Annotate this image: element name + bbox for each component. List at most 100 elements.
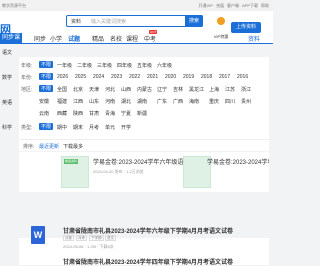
filter-option[interactable]: 河南 [105,98,115,105]
list-item[interactable]: 甘肃省陇南市礼县2023-2024学年四年级下学期4月月考语文试卷 [19,256,269,266]
filter-option[interactable]: 三年级 [97,62,112,69]
filter-option[interactable]: 陕西 [73,110,83,117]
filter-option[interactable]: 甘肃 [89,110,99,117]
search-button[interactable]: 搜索 [185,15,203,27]
filter-option[interactable]: 青海 [105,110,115,117]
filter-option-selected[interactable]: 不限 [39,85,54,92]
top-link[interactable]: 开通VIP [199,3,213,9]
filter-option[interactable]: 浙江 [241,86,251,93]
filter-option[interactable]: 二年级 [77,62,92,69]
top-link[interactable]: APP下载 [242,3,258,9]
sort-option[interactable]: 下载最多 [63,143,83,150]
filter-option[interactable]: 湖北 [121,98,131,105]
filter-option[interactable]: 2018 [201,74,212,80]
filter-option[interactable]: 北京 [73,86,83,93]
filter-option[interactable]: 2026 [57,74,68,80]
filter-option[interactable]: 2016 [237,74,248,80]
featured-card[interactable]: 精选资料 学易金卷:2023-2024学年六年级语文下学期期中 2024-04-… [19,152,269,192]
filter-option[interactable]: 四川 [225,98,235,105]
nav-item[interactable]: 名校 [110,34,122,43]
filter-option[interactable]: 2022 [129,74,140,80]
filter-option[interactable]: 辽宁 [157,86,167,93]
nav-item[interactable]: 精品 [92,34,104,43]
filter-label-grade: 年级: [21,63,33,69]
filter-option[interactable]: 四年级 [117,62,132,69]
filter-option[interactable]: 云南 [39,110,49,117]
filter-option[interactable]: 期中 [57,124,67,131]
search-type-select[interactable]: 资料 [71,18,81,25]
filter-option[interactable]: 山东 [89,98,99,105]
filter-option[interactable]: 江西 [73,98,83,105]
filter-panel: 年级: 不限 一年级 二年级 三年级 四年级 五年级 六年级 年份: 不限 20… [19,57,273,139]
filter-option[interactable]: 2023 [111,74,122,80]
nav-item[interactable]: 中考 [144,34,156,43]
nav-item-active[interactable]: 试题 [68,34,80,43]
filter-option[interactable]: 重庆 [209,98,219,105]
filter-option[interactable]: 广东 [157,98,167,105]
vip-icon [217,17,225,25]
sidebar-item[interactable]: 语文 [2,49,12,56]
filter-option[interactable]: 海南 [189,98,199,105]
filter-option[interactable]: 六年级 [157,62,172,69]
filter-option[interactable]: 山西 [121,86,131,93]
filter-option[interactable]: 黑龙江 [189,86,204,93]
top-link[interactable]: 充值 [216,3,224,9]
filter-option[interactable]: 五年级 [137,62,152,69]
filter-option[interactable]: 湖南 [137,98,147,105]
sidebar-item[interactable]: 英语 [2,99,12,106]
filter-option[interactable]: 天津 [89,86,99,93]
nav-item[interactable]: 小学 [50,34,62,43]
filter-option[interactable]: 吉林 [173,86,183,93]
top-bar-title: 教学资源平台 [2,3,26,8]
filter-label-type: 类型: [21,125,33,131]
filter-option[interactable]: 2021 [147,74,158,80]
filter-label-year: 年份: [21,75,33,81]
nav-item[interactable]: 课程 [126,34,138,43]
sort-option-active[interactable]: 最近更新 [39,143,59,150]
filter-option[interactable]: 2017 [219,74,230,80]
filter-option[interactable]: 单元 [105,124,115,131]
filter-option[interactable]: 开学 [121,124,131,131]
filter-option[interactable]: 西藏 [57,110,67,117]
nav-item[interactable]: 同步 [34,34,46,43]
sort-bar: 排序: 最近更新 下载最多 [19,139,273,151]
filter-option-selected[interactable]: 不限 [39,123,54,130]
filter-option-selected[interactable]: 不限 [39,73,54,80]
filter-option[interactable]: 广西 [173,98,183,105]
vip-entry[interactable]: VIP特惠 [213,17,229,39]
top-links: 开通VIP 充值 客户端 APP下载 帮助 [199,3,269,9]
filter-option[interactable]: 一年级 [57,62,72,69]
nav-divider [0,43,273,44]
filter-option[interactable]: 上海 [209,86,219,93]
top-link[interactable]: 帮助 [261,3,269,9]
filter-option[interactable]: 2025 [75,74,86,80]
filter-option[interactable]: 江苏 [225,86,235,93]
filter-option[interactable]: 福建 [57,98,67,105]
filter-option[interactable]: 月考 [89,124,99,131]
filter-option[interactable]: 期末 [73,124,83,131]
filter-option[interactable]: 2024 [93,74,104,80]
top-bar: 教学资源平台 开通VIP 充值 客户端 APP下载 帮助 [0,0,273,11]
featured-meta: 2024-04-20 发布 · 1.2万浏览 [93,169,144,174]
filter-option[interactable]: 2019 [183,74,194,80]
filter-option[interactable]: 新疆 [137,110,147,117]
filter-option[interactable]: 全国 [57,86,67,93]
top-link[interactable]: 客户端 [227,3,239,9]
sidebar-item[interactable]: 数学 [2,74,12,81]
filter-option[interactable]: 贵州 [241,98,251,105]
upload-button[interactable]: 上传资料 [231,22,261,33]
page-margin [269,44,273,265]
filter-option-selected[interactable]: 不限 [39,61,54,68]
search-input[interactable]: 输入关键词搜索 [91,18,126,25]
nav-right-link[interactable]: 资料 [248,34,260,43]
filter-option[interactable]: 河北 [105,86,115,93]
filter-option[interactable]: 内蒙古 [137,86,152,93]
filter-option[interactable]: 宁夏 [121,110,131,117]
sidebar-item[interactable]: 科学 [2,124,12,131]
search-box: 资料 输入关键词搜索 搜索 [66,15,203,27]
featured-title-2[interactable]: 学易金卷:2023-2024学年三年级语文下学期期中 [207,157,269,166]
nav-first-tab[interactable]: 同步课堂 [0,33,22,51]
filter-option[interactable]: 安徽 [39,98,49,105]
filter-option[interactable]: 2020 [165,74,176,80]
